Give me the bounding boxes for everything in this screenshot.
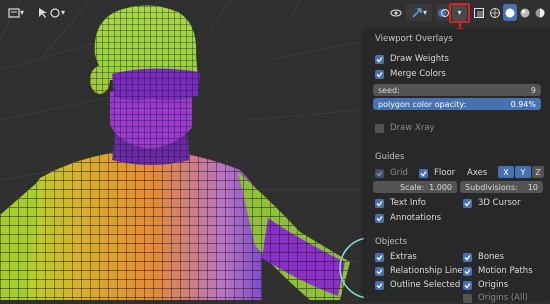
- view-icon: [8, 7, 20, 18]
- axes-label: Axes: [467, 168, 488, 178]
- shading-solid-icon: [505, 8, 515, 17]
- checkbox-checked-icon[interactable]: [375, 69, 384, 79]
- xray-icon: [474, 7, 484, 18]
- shading-wireframe-button[interactable]: [488, 4, 502, 21]
- checkbox-checked-icon[interactable]: [463, 266, 472, 276]
- outline-selected-toggle[interactable]: Outline Selected: [375, 279, 460, 291]
- checkbox-checked-icon[interactable]: [375, 280, 384, 290]
- shading-rendered-icon: [535, 8, 545, 17]
- guides-header: Guides: [375, 152, 405, 162]
- draw-xray-label: Draw Xray: [390, 123, 435, 133]
- floor-toggle[interactable]: Floor: [419, 167, 455, 179]
- extras-label: Extras: [390, 252, 417, 262]
- bones-toggle[interactable]: Bones: [463, 251, 504, 263]
- seed-value: 9: [530, 85, 536, 95]
- merge-colors-label: Merge Colors: [390, 69, 446, 79]
- checkbox-unchecked-icon[interactable]: [375, 123, 384, 133]
- polygon-opacity-label: polygon color opacity:: [378, 99, 467, 109]
- text-info-label: Text Info: [390, 198, 426, 208]
- selectability-dropdown[interactable]: ▾: [32, 4, 70, 21]
- chevron-down-icon: ▾: [60, 8, 65, 17]
- relationship-lines-label: Relationship Lines: [390, 266, 468, 276]
- shading-rendered-button[interactable]: [533, 4, 547, 21]
- panel-title: Viewport Overlays: [375, 34, 453, 44]
- eye-icon: [390, 8, 402, 17]
- annotations-toggle[interactable]: Annotations: [375, 212, 441, 224]
- draw-weights-toggle[interactable]: Draw Weights: [375, 53, 449, 65]
- shading-material-button[interactable]: [518, 4, 532, 21]
- seed-field[interactable]: seed: 9: [373, 84, 541, 96]
- annotations-label: Annotations: [390, 213, 442, 223]
- subdivisions-label: Subdivisions:: [465, 182, 518, 192]
- axis-z-toggle[interactable]: Z: [532, 166, 544, 178]
- checkbox-unchecked-icon[interactable]: [463, 293, 472, 303]
- chevron-down-icon: ▾: [422, 8, 427, 17]
- checkbox-checked-icon[interactable]: [463, 280, 472, 290]
- checkbox-checked-icon[interactable]: [375, 213, 384, 223]
- subdivisions-value: 10: [527, 182, 538, 192]
- overlays-button[interactable]: [436, 4, 450, 21]
- gizmo-toggle-button[interactable]: ▾: [406, 4, 432, 21]
- seed-label: seed:: [378, 85, 400, 95]
- text-info-toggle[interactable]: Text Info: [375, 197, 426, 209]
- checkbox-checked-icon[interactable]: [375, 168, 384, 178]
- checkbox-checked-icon[interactable]: [375, 266, 384, 276]
- highlight-box: [449, 3, 470, 23]
- grid-label: Grid: [390, 168, 408, 178]
- origins-label: Origins: [478, 280, 509, 290]
- cursor-tool-icon: [412, 7, 422, 18]
- axis-x-toggle[interactable]: X: [498, 166, 514, 178]
- 3d-cursor-label: 3D Cursor: [478, 198, 521, 208]
- checkbox-checked-icon[interactable]: [375, 198, 384, 208]
- axis-y-toggle[interactable]: Y: [515, 166, 531, 178]
- shading-material-icon: [520, 8, 530, 17]
- axes-label-row: Axes: [467, 167, 487, 179]
- checkbox-checked-icon[interactable]: [375, 252, 384, 262]
- polygon-opacity-value: 0.94%: [510, 99, 536, 109]
- extras-toggle[interactable]: Extras: [375, 251, 417, 263]
- scale-field[interactable]: Scale: 1.000: [373, 181, 457, 193]
- overlays-icon: [438, 8, 449, 17]
- floor-label: Floor: [434, 168, 456, 178]
- grid-toggle[interactable]: Grid: [375, 167, 408, 179]
- checkbox-checked-icon[interactable]: [463, 198, 472, 208]
- objects-header: Objects: [375, 237, 408, 247]
- merge-colors-toggle[interactable]: Merge Colors: [375, 68, 446, 80]
- origins-all-toggle[interactable]: Origins (All): [463, 292, 528, 304]
- outline-selected-label: Outline Selected: [390, 280, 461, 290]
- checkbox-checked-icon[interactable]: [375, 54, 384, 64]
- shading-wireframe-icon: [490, 7, 500, 18]
- scale-value: 1.000: [429, 182, 452, 192]
- origins-all-label: Origins (All): [478, 293, 528, 303]
- draw-xray-toggle[interactable]: Draw Xray: [375, 122, 434, 134]
- checkbox-checked-icon[interactable]: [419, 168, 428, 178]
- viewport-overlays-panel: Viewport Overlays Draw Weights Merge Col…: [364, 29, 550, 303]
- motion-paths-label: Motion Paths: [478, 266, 533, 276]
- xray-toggle-button[interactable]: [472, 4, 486, 21]
- view-dropdown[interactable]: ▾: [4, 4, 28, 21]
- checkbox-checked-icon[interactable]: [463, 252, 472, 262]
- gizmo-icon: [50, 7, 60, 18]
- scale-label: Scale:: [400, 182, 425, 192]
- polygon-opacity-slider[interactable]: polygon color opacity: 0.94%: [373, 98, 541, 110]
- chevron-down-icon: ▾: [19, 8, 24, 17]
- subdivisions-field[interactable]: Subdivisions: 10: [460, 181, 543, 193]
- motion-paths-toggle[interactable]: Motion Paths: [463, 265, 533, 277]
- shading-solid-button[interactable]: [503, 4, 517, 21]
- bones-label: Bones: [478, 252, 505, 262]
- draw-weights-label: Draw Weights: [390, 54, 449, 64]
- selectability-icon: [38, 7, 47, 18]
- relationship-lines-toggle[interactable]: Relationship Lines: [375, 265, 467, 277]
- 3d-cursor-toggle[interactable]: 3D Cursor: [463, 197, 521, 209]
- view-object-types-button[interactable]: [388, 4, 404, 21]
- origins-toggle[interactable]: Origins: [463, 279, 508, 291]
